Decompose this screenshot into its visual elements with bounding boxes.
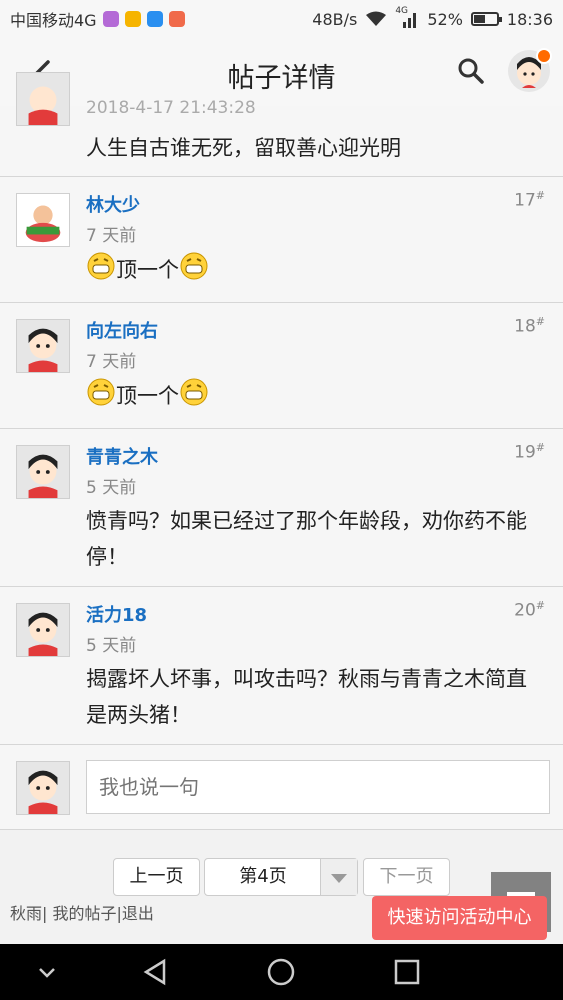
back-triangle-icon[interactable] <box>142 957 170 987</box>
reply-list: 2018-4-17 21:43:28 人生自古谁无死，留取善心迎光明 林大少 1… <box>0 72 563 830</box>
floor-number: 18# <box>514 315 545 337</box>
my-avatar <box>16 761 70 815</box>
grin-emoji-icon <box>87 378 115 406</box>
avatar[interactable] <box>16 603 70 657</box>
clock: 18:36 <box>506 9 553 29</box>
prev-page-button[interactable]: 上一页 <box>113 858 200 896</box>
recent-apps-icon[interactable] <box>394 957 420 987</box>
page-select-label: 第4页 <box>239 866 287 887</box>
grin-emoji-icon <box>180 378 208 406</box>
chevron-down-icon[interactable] <box>36 957 58 987</box>
list-item: 向左向右 18# 7 天前 顶一个 <box>0 303 563 429</box>
home-circle-icon[interactable] <box>266 957 296 987</box>
wifi-icon <box>366 11 387 26</box>
next-page-button[interactable]: 下一页 <box>363 858 450 896</box>
reply-input[interactable] <box>86 760 550 814</box>
signal-icon: 4G <box>395 6 419 28</box>
post-time: 5 天前 <box>86 478 137 498</box>
floor-number: 17# <box>514 189 545 211</box>
list-item: 林大少 17# 7 天前 顶一个 <box>0 177 563 303</box>
reply-bar <box>0 745 563 830</box>
network-speed: 48B/s <box>312 9 358 29</box>
grin-emoji-icon <box>180 252 208 280</box>
notes-app-icon <box>124 11 141 27</box>
post-time: 5 天前 <box>86 636 137 656</box>
avatar[interactable] <box>16 445 70 499</box>
floor-value: 19 <box>514 442 536 463</box>
page-select[interactable]: 第4页 <box>204 858 358 896</box>
floor-value: 20 <box>514 600 536 621</box>
post-content: 人生自古谁无死，留取善心迎光明 <box>86 136 401 160</box>
list-item: 活力18 20# 5 天前 揭露坏人坏事，叫攻击吗？秋雨与青青之木简直是两头猪！ <box>0 587 563 745</box>
grin-emoji-icon <box>87 252 115 280</box>
battery-percent: 52% <box>427 9 463 29</box>
pagination: 上一页 第4页 下一页 <box>0 858 563 898</box>
list-item: 2018-4-17 21:43:28 人生自古谁无死，留取善心迎光明 <box>0 72 563 177</box>
floor-mark: # <box>535 315 545 328</box>
quick-access-button[interactable]: 快速访问活动中心 <box>372 896 547 940</box>
avatar[interactable] <box>16 319 70 373</box>
list-item: 青青之木 19# 5 天前 愤青吗？如果已经过了那个年龄段，劝你药不能停！ <box>0 429 563 587</box>
avatar[interactable] <box>16 193 70 247</box>
post-content: 顶一个 <box>86 251 543 288</box>
post-content: 揭露坏人坏事，叫攻击吗？秋雨与青青之木简直是两头猪！ <box>86 667 527 727</box>
floor-number: 20# <box>514 599 545 621</box>
carrier-label: 中国移动4G <box>10 11 97 30</box>
post-time: 7 天前 <box>86 226 137 246</box>
username[interactable]: 林大少 <box>86 191 140 217</box>
floor-number: 19# <box>514 441 545 463</box>
gallery-app-icon <box>102 11 119 27</box>
post-text: 顶一个 <box>116 384 179 408</box>
navigation-bar <box>0 944 563 1000</box>
avatar[interactable] <box>16 72 70 126</box>
floor-mark: # <box>535 189 545 202</box>
notification-dot <box>536 48 552 64</box>
username[interactable]: 向左向右 <box>86 317 158 343</box>
post-text: 顶一个 <box>116 258 179 282</box>
footer-links[interactable]: 秋雨| 我的帖子|退出 <box>10 900 154 924</box>
username[interactable]: 活力18 <box>86 601 147 627</box>
post-time: 2018-4-17 21:43:28 <box>86 98 256 118</box>
post-content: 顶一个 <box>86 377 543 414</box>
status-bar: 中国移动4G 48B/s 4G 52% 18:36 <box>0 0 563 38</box>
post-content: 愤青吗？如果已经过了那个年龄段，劝你药不能停！ <box>86 509 527 569</box>
floor-mark: # <box>535 441 545 454</box>
top-bar: 帖子详情 <box>0 38 563 107</box>
battery-icon <box>470 12 502 26</box>
chevron-down-icon <box>320 859 357 895</box>
search-icon[interactable] <box>456 56 486 86</box>
tool-app-icon <box>168 11 185 27</box>
floor-value: 17 <box>514 190 536 211</box>
username[interactable]: 青青之木 <box>86 443 158 469</box>
floor-value: 18 <box>514 316 536 337</box>
post-time: 7 天前 <box>86 352 137 372</box>
video-app-icon <box>146 11 163 27</box>
floor-mark: # <box>535 599 545 612</box>
